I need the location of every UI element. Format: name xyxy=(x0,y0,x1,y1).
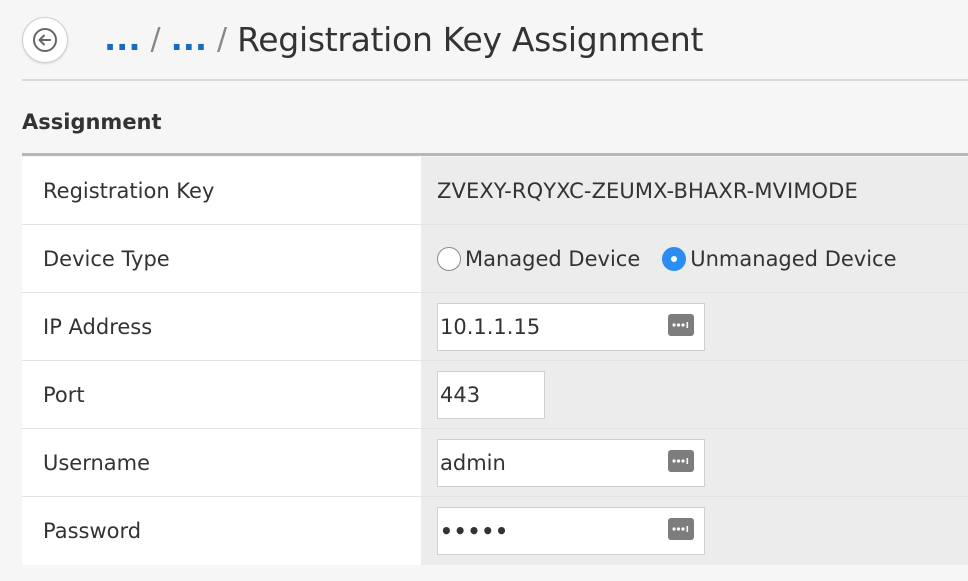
ip-address-label: IP Address xyxy=(22,293,421,360)
registration-key-label: Registration Key xyxy=(22,157,421,224)
ip-address-cell: 10.1.1.15 xyxy=(421,293,968,360)
arrow-left-icon xyxy=(33,28,57,52)
keychain-icon[interactable] xyxy=(668,518,694,540)
back-button[interactable] xyxy=(22,17,68,63)
form-row-ip-address: IP Address 10.1.1.15 xyxy=(22,293,968,361)
form-row-port: Port 443 xyxy=(22,361,968,429)
password-input[interactable]: ••••• xyxy=(437,507,705,555)
section-title: Assignment xyxy=(22,110,162,134)
port-label: Port xyxy=(22,361,421,428)
header-divider xyxy=(22,79,968,81)
breadcrumb: ... / ... / Registration Key Assignment xyxy=(104,14,703,64)
section-divider xyxy=(22,153,968,156)
breadcrumb-separator: / xyxy=(217,21,228,57)
keychain-dots-icon xyxy=(672,321,689,328)
form-row-password: Password ••••• xyxy=(22,497,968,565)
breadcrumb-separator: / xyxy=(150,21,161,57)
radio-unmanaged-device[interactable] xyxy=(662,246,687,271)
page-title: Registration Key Assignment xyxy=(237,19,704,59)
password-value: ••••• xyxy=(440,519,509,543)
password-label: Password xyxy=(22,497,421,565)
radio-label-managed-device[interactable]: Managed Device xyxy=(465,247,640,271)
registration-key-value: ZVEXY-RQYXC-ZEUMX-BHAXR-MVIMODE xyxy=(437,178,858,203)
page-header: ... / ... / Registration Key Assignment xyxy=(0,0,968,81)
ip-address-input[interactable]: 10.1.1.15 xyxy=(437,302,705,351)
device-type-label: Device Type xyxy=(22,225,421,292)
password-cell: ••••• xyxy=(421,497,968,565)
port-cell: 443 xyxy=(421,361,968,428)
radio-label-unmanaged-device[interactable]: Unmanaged Device xyxy=(690,247,896,271)
registration-key-cell: ZVEXY-RQYXC-ZEUMX-BHAXR-MVIMODE xyxy=(421,157,968,224)
device-type-radio-group: Managed Device Unmanaged Device xyxy=(437,246,897,271)
username-label: Username xyxy=(22,429,421,496)
assignment-form: Registration Key ZVEXY-RQYXC-ZEUMX-BHAXR… xyxy=(22,157,968,565)
port-value: 443 xyxy=(440,382,481,407)
form-row-registration-key: Registration Key ZVEXY-RQYXC-ZEUMX-BHAXR… xyxy=(22,157,968,225)
username-cell: admin xyxy=(421,429,968,496)
device-type-cell: Managed Device Unmanaged Device xyxy=(421,225,968,292)
keychain-icon[interactable] xyxy=(668,449,694,472)
keychain-icon[interactable] xyxy=(668,313,694,336)
port-input[interactable]: 443 xyxy=(437,370,545,419)
ip-address-value: 10.1.1.15 xyxy=(440,314,541,339)
form-row-device-type: Device Type Managed Device Unmanaged Dev… xyxy=(22,225,968,293)
breadcrumb-link-1[interactable]: ... xyxy=(104,20,140,58)
keychain-dots-icon xyxy=(672,457,689,464)
form-row-username: Username admin xyxy=(22,429,968,497)
username-input[interactable]: admin xyxy=(437,438,705,487)
keychain-dots-icon xyxy=(672,526,689,532)
radio-managed-device[interactable] xyxy=(437,246,461,271)
breadcrumb-link-2[interactable]: ... xyxy=(171,20,207,58)
radio-option-managed-device[interactable]: Managed Device xyxy=(437,246,640,271)
radio-option-unmanaged-device[interactable]: Unmanaged Device xyxy=(662,246,897,271)
page: ... / ... / Registration Key Assignment … xyxy=(0,0,968,581)
username-value: admin xyxy=(440,450,506,475)
